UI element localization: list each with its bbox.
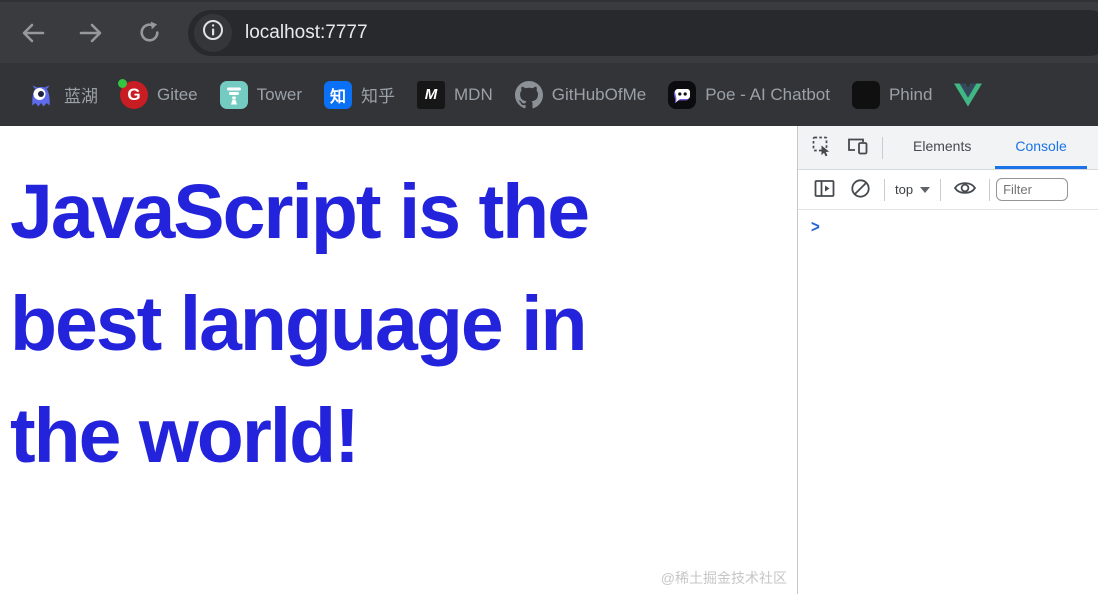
forward-arrow-icon <box>78 20 104 46</box>
console-filter-input[interactable] <box>996 178 1068 201</box>
bookmark-label: Gitee <box>157 85 198 105</box>
site-info-button[interactable] <box>194 14 232 52</box>
tower-icon <box>220 81 248 109</box>
bookmark-label: 蓝湖 <box>64 82 98 107</box>
bookmark-label: Phind <box>889 85 932 105</box>
lanhu-monster-icon <box>27 81 55 109</box>
console-toolbar: top <box>798 170 1098 210</box>
reload-button[interactable] <box>128 12 170 54</box>
url-bar[interactable]: localhost:7777 <box>188 10 1098 56</box>
tab-elements[interactable]: Elements <box>889 126 995 169</box>
bookmark-lanhu[interactable]: 蓝湖 <box>27 81 98 109</box>
tab-console[interactable]: Console <box>995 126 1086 169</box>
heading-line-2: best language in <box>10 268 730 380</box>
bookmark-label: MDN <box>454 85 493 105</box>
chevron-down-icon <box>920 187 930 193</box>
vue-icon <box>954 81 982 109</box>
bookmarks-bar: 蓝湖 G Gitee Tower <box>0 63 1098 126</box>
devtools-panel: Elements Console <box>797 126 1098 594</box>
gitee-icon: G <box>120 81 148 109</box>
device-toolbar-icon <box>847 136 869 159</box>
context-selector[interactable]: top <box>891 182 934 197</box>
browser-toolbar: localhost:7777 <box>0 0 1098 63</box>
bookmark-zhihu[interactable]: 知 知乎 <box>324 81 395 109</box>
gitee-green-dot <box>118 79 127 88</box>
bookmark-label: Tower <box>257 85 302 105</box>
inspect-element-button[interactable] <box>804 126 840 169</box>
watermark: @稀土掘金技术社区 <box>661 568 787 588</box>
toggle-device-toolbar-button[interactable] <box>840 126 876 169</box>
live-expression-button[interactable] <box>947 179 983 200</box>
separator <box>882 137 883 159</box>
bookmark-label: 知乎 <box>361 82 395 107</box>
eye-icon <box>953 179 977 200</box>
bookmark-label: GitHubOfMe <box>552 85 646 105</box>
back-arrow-icon <box>20 20 46 46</box>
clear-console-button[interactable] <box>842 178 878 202</box>
reload-icon <box>137 20 162 45</box>
page-heading: JavaScript is the best language in the w… <box>10 156 730 492</box>
bookmark-phind[interactable]: Phind <box>852 81 932 109</box>
clear-console-icon <box>850 178 871 202</box>
separator <box>989 179 990 201</box>
forward-button[interactable] <box>70 12 112 54</box>
bookmark-tower[interactable]: Tower <box>220 81 302 109</box>
heading-line-1: JavaScript is the <box>10 156 730 268</box>
inspect-cursor-icon <box>812 136 833 160</box>
bookmark-github[interactable]: GitHubOfMe <box>515 81 646 109</box>
browser-window: localhost:7777 蓝湖 G Gitee <box>0 0 1098 594</box>
separator <box>884 179 885 201</box>
console-prompt-chevron: > <box>811 219 820 236</box>
bookmark-mdn[interactable]: M MDN <box>417 81 493 109</box>
devtools-tab-bar: Elements Console <box>798 126 1098 170</box>
mdn-icon: M <box>417 81 445 109</box>
content-area: JavaScript is the best language in the w… <box>0 126 1098 594</box>
bookmark-label: Poe - AI Chatbot <box>705 85 830 105</box>
poe-icon <box>668 81 696 109</box>
heading-line-3: the world! <box>10 380 730 492</box>
context-label: top <box>895 182 913 197</box>
bookmark-vue[interactable] <box>954 81 991 109</box>
console-sidebar-button[interactable] <box>806 179 842 201</box>
bookmark-poe[interactable]: Poe - AI Chatbot <box>668 81 830 109</box>
separator <box>940 179 941 201</box>
phind-icon <box>852 81 880 109</box>
zhihu-icon: 知 <box>324 81 352 109</box>
info-icon <box>202 19 224 46</box>
bookmark-gitee[interactable]: G Gitee <box>120 81 198 109</box>
github-icon <box>515 81 543 109</box>
console-area[interactable]: > <box>798 210 1098 594</box>
back-button[interactable] <box>12 12 54 54</box>
url-text[interactable]: localhost:7777 <box>245 22 368 44</box>
web-page: JavaScript is the best language in the w… <box>0 126 797 594</box>
dock-panel-icon <box>814 179 835 201</box>
